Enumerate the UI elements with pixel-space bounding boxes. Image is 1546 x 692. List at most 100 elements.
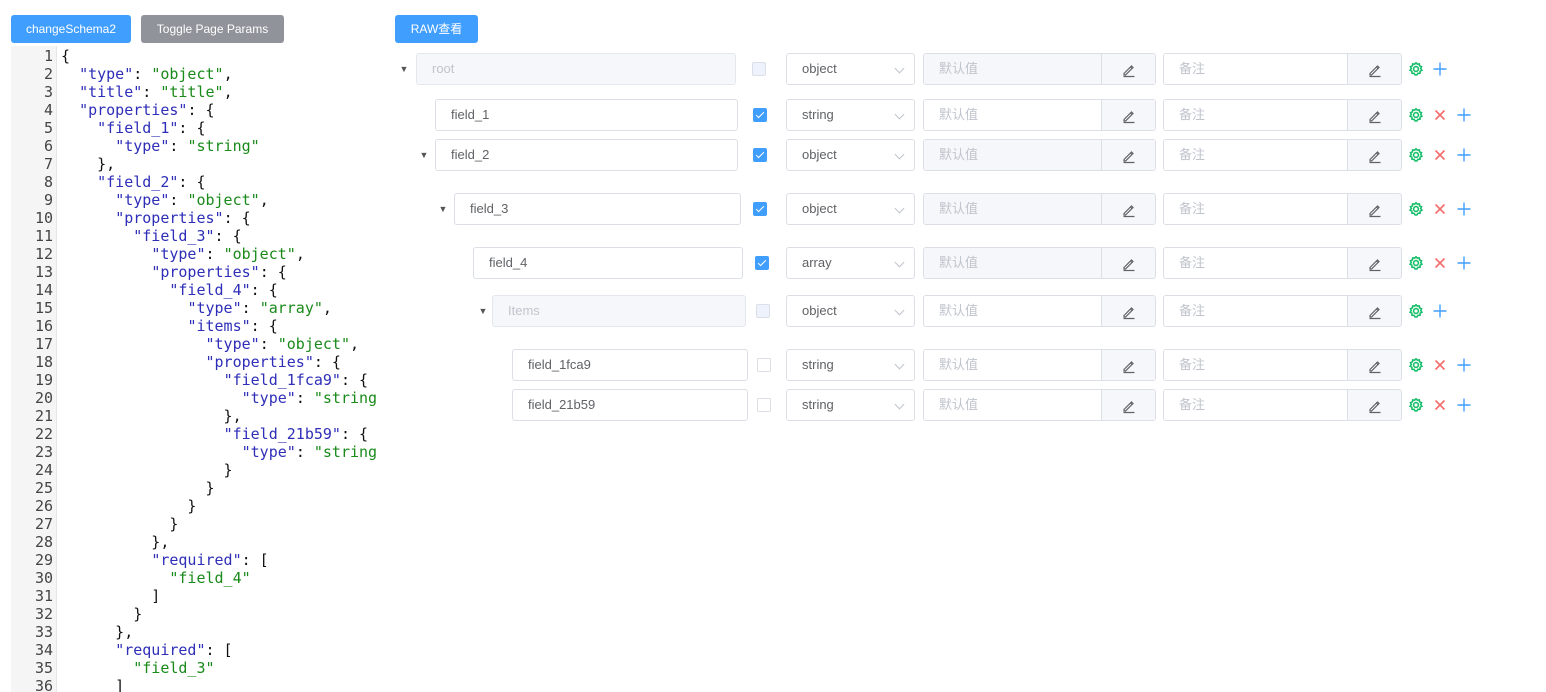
code-text: "field_3": { xyxy=(133,227,242,245)
note-field: 备注 xyxy=(1163,389,1402,421)
type-select-value: object xyxy=(802,303,837,318)
edit-default-button[interactable] xyxy=(1101,390,1155,420)
plus-icon[interactable] xyxy=(1456,201,1472,217)
edit-note-button[interactable] xyxy=(1347,54,1401,84)
field-name-input[interactable]: field_2 xyxy=(435,139,738,171)
toggle-page-params-button[interactable]: Toggle Page Params xyxy=(141,15,284,43)
settings-icon[interactable] xyxy=(1408,303,1424,319)
edit-default-button[interactable] xyxy=(1101,194,1155,224)
type-select[interactable]: object xyxy=(786,193,915,225)
type-select[interactable]: string xyxy=(786,389,915,421)
required-checkbox[interactable] xyxy=(757,398,771,412)
note-input[interactable]: 备注 xyxy=(1164,248,1348,278)
field-name-input[interactable]: field_1 xyxy=(435,99,738,131)
edit-default-button[interactable] xyxy=(1101,140,1155,170)
settings-icon[interactable] xyxy=(1408,255,1424,271)
plus-icon[interactable] xyxy=(1456,255,1472,271)
note-field: 备注 xyxy=(1163,139,1402,171)
default-value-field: 默认值 xyxy=(923,349,1156,381)
settings-icon[interactable] xyxy=(1408,61,1424,77)
edit-default-button[interactable] xyxy=(1101,350,1155,380)
plus-icon[interactable] xyxy=(1432,303,1448,319)
default-value-input[interactable]: 默认值 xyxy=(924,100,1102,130)
schema-row: ▼ root object 默认值 备注 xyxy=(0,53,1546,85)
field-name-input[interactable]: field_3 xyxy=(454,193,741,225)
note-field: 备注 xyxy=(1163,349,1402,381)
settings-icon[interactable] xyxy=(1408,147,1424,163)
plus-icon[interactable] xyxy=(1456,107,1472,123)
code-text: "field_2": { xyxy=(97,173,206,191)
edit-default-button[interactable] xyxy=(1101,248,1155,278)
default-value-input[interactable]: 默认值 xyxy=(924,350,1102,380)
type-select[interactable]: string xyxy=(786,349,915,381)
required-checkbox[interactable] xyxy=(755,256,769,270)
field-name-input[interactable]: field_1fca9 xyxy=(512,349,748,381)
line-number: 23 xyxy=(34,443,53,461)
note-input[interactable]: 备注 xyxy=(1164,296,1348,326)
note-input[interactable]: 备注 xyxy=(1164,350,1348,380)
type-select-value: object xyxy=(802,201,837,216)
type-select-value: string xyxy=(802,107,834,122)
note-input[interactable]: 备注 xyxy=(1164,140,1348,170)
type-select[interactable]: array xyxy=(786,247,915,279)
edit-note-button[interactable] xyxy=(1347,140,1401,170)
caret-down-icon[interactable]: ▼ xyxy=(398,63,410,75)
default-value-field: 默认值 xyxy=(923,193,1156,225)
code-text: "field_3" xyxy=(133,659,215,677)
required-checkbox[interactable] xyxy=(753,148,767,162)
edit-note-button[interactable] xyxy=(1347,100,1401,130)
type-select[interactable]: object xyxy=(786,53,915,85)
settings-icon[interactable] xyxy=(1408,397,1424,413)
default-value-input[interactable]: 默认值 xyxy=(924,390,1102,420)
line-number: 26 xyxy=(34,497,53,515)
note-input[interactable]: 备注 xyxy=(1164,100,1348,130)
line-number: 28 xyxy=(34,533,53,551)
settings-icon[interactable] xyxy=(1408,107,1424,123)
required-checkbox[interactable] xyxy=(753,202,767,216)
note-input[interactable]: 备注 xyxy=(1164,194,1348,224)
plus-icon[interactable] xyxy=(1456,357,1472,373)
type-select[interactable]: string xyxy=(786,99,915,131)
caret-down-icon[interactable]: ▼ xyxy=(418,149,430,161)
raw-view-button[interactable]: RAW查看 xyxy=(395,15,478,43)
default-value-input[interactable]: 默认值 xyxy=(924,296,1102,326)
default-value-field: 默认值 xyxy=(923,53,1156,85)
close-icon[interactable] xyxy=(1432,357,1448,373)
edit-note-button[interactable] xyxy=(1347,390,1401,420)
type-select[interactable]: object xyxy=(786,139,915,171)
change-schema-button[interactable]: changeSchema2 xyxy=(11,15,131,43)
default-value-input: 默认值 xyxy=(924,248,1102,278)
edit-default-button[interactable] xyxy=(1101,100,1155,130)
edit-default-button[interactable] xyxy=(1101,296,1155,326)
note-input[interactable]: 备注 xyxy=(1164,54,1348,84)
caret-down-icon[interactable]: ▼ xyxy=(477,305,489,317)
edit-note-button[interactable] xyxy=(1347,248,1401,278)
field-name-input[interactable]: field_4 xyxy=(473,247,743,279)
type-select[interactable]: object xyxy=(786,295,915,327)
close-icon[interactable] xyxy=(1432,201,1448,217)
close-icon[interactable] xyxy=(1432,147,1448,163)
plus-icon[interactable] xyxy=(1432,61,1448,77)
field-name-input[interactable]: field_21b59 xyxy=(512,389,748,421)
close-icon[interactable] xyxy=(1432,107,1448,123)
close-icon[interactable] xyxy=(1432,255,1448,271)
code-text: "field_21b59": { xyxy=(223,425,369,443)
code-text: } xyxy=(61,605,143,623)
edit-note-button[interactable] xyxy=(1347,194,1401,224)
code-text: "field_4" xyxy=(169,569,251,587)
edit-note-button[interactable] xyxy=(1347,350,1401,380)
required-checkbox[interactable] xyxy=(757,358,771,372)
plus-icon[interactable] xyxy=(1456,397,1472,413)
settings-icon[interactable] xyxy=(1408,357,1424,373)
field-name-input: root xyxy=(416,53,736,85)
caret-down-icon[interactable]: ▼ xyxy=(437,203,449,215)
required-checkbox[interactable] xyxy=(753,108,767,122)
edit-note-button[interactable] xyxy=(1347,296,1401,326)
plus-icon[interactable] xyxy=(1456,147,1472,163)
note-input[interactable]: 备注 xyxy=(1164,390,1348,420)
settings-icon[interactable] xyxy=(1408,201,1424,217)
edit-default-button[interactable] xyxy=(1101,54,1155,84)
default-value-input: 默认值 xyxy=(924,194,1102,224)
close-icon[interactable] xyxy=(1432,397,1448,413)
line-number: 33 xyxy=(34,623,53,641)
